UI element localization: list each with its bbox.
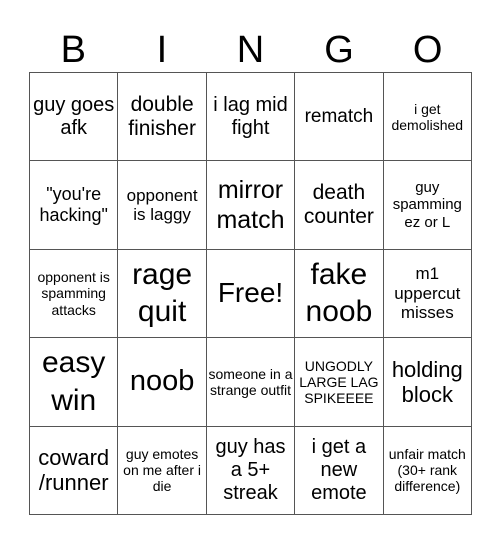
bingo-cell[interactable]: easy win (30, 338, 119, 427)
bingo-cell[interactable]: fake noob (295, 249, 384, 339)
bingo-cell[interactable]: mirror match (206, 161, 296, 250)
bingo-cell[interactable]: i lag mid fight (206, 73, 296, 162)
bingo-cell[interactable]: guy goes afk (30, 73, 119, 162)
cell-text: mirror match (216, 176, 285, 235)
cell-text: noob (129, 365, 195, 398)
bingo-grid: guy goes afk double finisher i lag mid f… (29, 72, 472, 515)
bingo-cell[interactable]: i get a new emote (295, 426, 384, 515)
cell-text: UNGODLY LARGE LAG SPIKEEEE (299, 357, 379, 406)
cell-text: i get a new emote (311, 435, 367, 504)
cell-text: holding block (391, 356, 463, 407)
bingo-cell[interactable]: someone in a strange outfit (206, 338, 296, 427)
bingo-cell[interactable]: opponent is laggy (118, 161, 207, 250)
header-letter-o: O (412, 29, 443, 71)
bingo-cell[interactable]: death counter (295, 161, 384, 250)
cell-text: guy goes afk (33, 93, 115, 139)
bingo-cell[interactable]: guy spamming ez or L (383, 161, 472, 250)
header-letter-i: I (156, 29, 168, 71)
header-letter-n: N (236, 29, 265, 71)
bingo-header: B I N G O (29, 28, 472, 72)
cell-text: guy has a 5+ streak (215, 435, 286, 504)
bingo-cell[interactable]: opponent is spamming attacks (30, 249, 119, 339)
cell-text: rage quit (132, 257, 193, 329)
cell-text: rematch (304, 105, 374, 127)
cell-text: guy emotes on me after i die (123, 446, 201, 495)
cell-text: unfair match (30+ rank difference) (388, 446, 466, 495)
bingo-cell[interactable]: m1 uppercut misses (383, 249, 472, 339)
cell-text: double finisher (128, 92, 196, 140)
cell-text: guy spamming ez or L (392, 179, 462, 231)
cell-text: m1 uppercut misses (394, 264, 461, 323)
bingo-cell[interactable]: holding block (383, 338, 472, 427)
cell-text: someone in a strange outfit (208, 365, 293, 398)
cell-text: "you're hacking" (39, 184, 108, 226)
cell-text: i lag mid fight (213, 93, 288, 139)
cell-text: opponent is spamming attacks (37, 269, 110, 318)
bingo-cell[interactable]: rematch (295, 73, 384, 162)
bingo-cell[interactable]: UNGODLY LARGE LAG SPIKEEEE (295, 338, 384, 427)
cell-text: opponent is laggy (126, 185, 198, 225)
bingo-cell[interactable]: i get demolished (383, 73, 472, 162)
bingo-cell[interactable]: guy has a 5+ streak (206, 426, 296, 515)
bingo-cell[interactable]: "you're hacking" (30, 161, 119, 250)
cell-text: fake noob (305, 257, 373, 329)
bingo-cell[interactable]: double finisher (118, 73, 207, 162)
free-space: Free! (217, 277, 284, 309)
bingo-cell[interactable]: rage quit (118, 249, 207, 339)
header-letter-b: B (60, 29, 86, 71)
bingo-cell[interactable]: Free! (206, 249, 296, 339)
header-letter-g: G (324, 29, 354, 71)
cell-text: i get demolished (391, 100, 464, 133)
cell-text: death counter (303, 180, 374, 229)
bingo-cell[interactable]: unfair match (30+ rank difference) (383, 426, 472, 515)
bingo-cell[interactable]: guy emotes on me after i die (118, 426, 207, 515)
bingo-cell[interactable]: noob (118, 338, 207, 427)
cell-text: coward /runner (38, 445, 110, 496)
cell-text: easy win (42, 346, 106, 417)
bingo-cell[interactable]: coward /runner (30, 426, 119, 515)
